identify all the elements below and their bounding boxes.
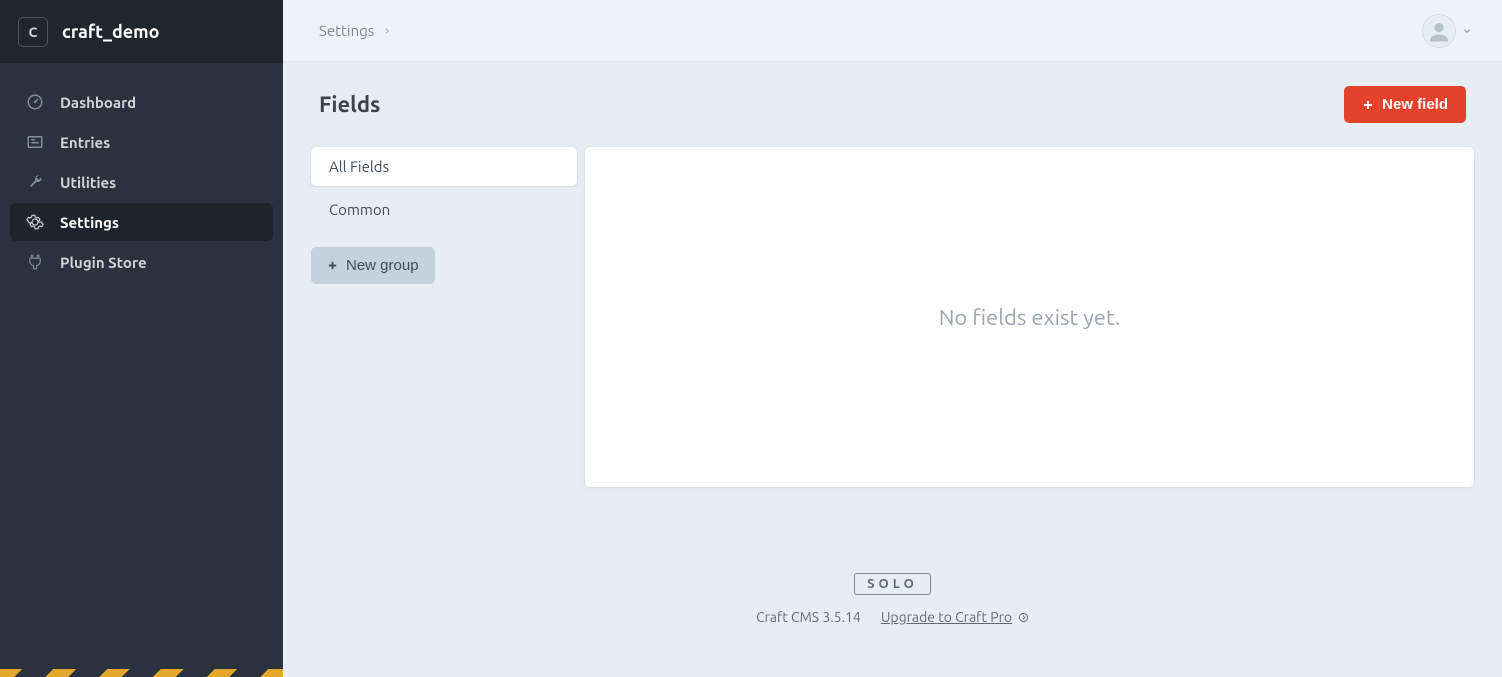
dev-mode-stripe (0, 669, 283, 677)
avatar (1422, 14, 1456, 48)
group-item-label: All Fields (329, 158, 389, 175)
fields-panel: No fields exist yet. (585, 147, 1474, 487)
sidebar: C craft_demo Dashboard Entries Utilities (0, 0, 283, 677)
site-logo-letter: C (29, 24, 38, 40)
main: Settings Fields New field Al (283, 0, 1502, 677)
empty-state-message: No fields exist yet. (939, 305, 1121, 330)
content-area: All Fields Common New group No fields ex… (283, 147, 1502, 487)
chevron-right-icon (382, 26, 392, 36)
breadcrumb: Settings (319, 22, 392, 39)
topbar: Settings (283, 0, 1502, 62)
user-menu[interactable] (1422, 14, 1472, 48)
breadcrumb-item[interactable]: Settings (319, 22, 374, 39)
gear-icon (26, 213, 44, 231)
sidebar-header[interactable]: C craft_demo (0, 0, 283, 63)
news-icon (26, 133, 44, 151)
sidebar-item-label: Plugin Store (60, 254, 147, 271)
upgrade-link-label: Upgrade to Craft Pro (881, 609, 1012, 625)
sidebar-item-settings[interactable]: Settings (10, 203, 273, 241)
group-list: All Fields Common (311, 147, 577, 229)
new-group-button[interactable]: New group (311, 247, 435, 284)
footer-line: Craft CMS 3.5.14 Upgrade to Craft Pro (756, 609, 1029, 625)
sidebar-item-utilities[interactable]: Utilities (10, 163, 273, 201)
page-title: Fields (319, 92, 380, 117)
group-item-label: Common (329, 201, 390, 218)
gauge-icon (26, 93, 44, 111)
sidebar-item-label: Utilities (60, 174, 116, 191)
group-item-common[interactable]: Common (311, 190, 577, 229)
sidebar-item-label: Settings (60, 214, 119, 231)
chevron-down-icon (1462, 26, 1472, 36)
plus-icon (327, 260, 338, 271)
sidebar-item-label: Entries (60, 134, 110, 151)
site-logo: C (18, 17, 48, 47)
wrench-icon (26, 173, 44, 191)
edition-badge[interactable]: SOLO (854, 573, 931, 595)
sidebar-nav: Dashboard Entries Utilities Settings Plu… (0, 63, 283, 669)
group-item-all[interactable]: All Fields (311, 147, 577, 186)
version-label: Craft CMS 3.5.14 (756, 609, 861, 625)
sidebar-item-entries[interactable]: Entries (10, 123, 273, 161)
sidebar-item-plugin-store[interactable]: Plugin Store (10, 243, 273, 281)
upgrade-link[interactable]: Upgrade to Craft Pro (881, 609, 1029, 625)
main-footer: SOLO Craft CMS 3.5.14 Upgrade to Craft P… (283, 487, 1502, 625)
site-name: craft_demo (62, 22, 160, 42)
plug-icon (26, 253, 44, 271)
plus-icon (1362, 99, 1374, 111)
new-group-label: New group (346, 257, 419, 274)
sidebar-item-dashboard[interactable]: Dashboard (10, 83, 273, 121)
page-header: Fields New field (283, 62, 1502, 123)
field-groups-sidebar: All Fields Common New group (311, 147, 577, 487)
new-field-label: New field (1382, 96, 1448, 113)
new-field-button[interactable]: New field (1344, 86, 1466, 123)
arrow-right-icon (1018, 612, 1029, 623)
sidebar-item-label: Dashboard (60, 94, 136, 111)
